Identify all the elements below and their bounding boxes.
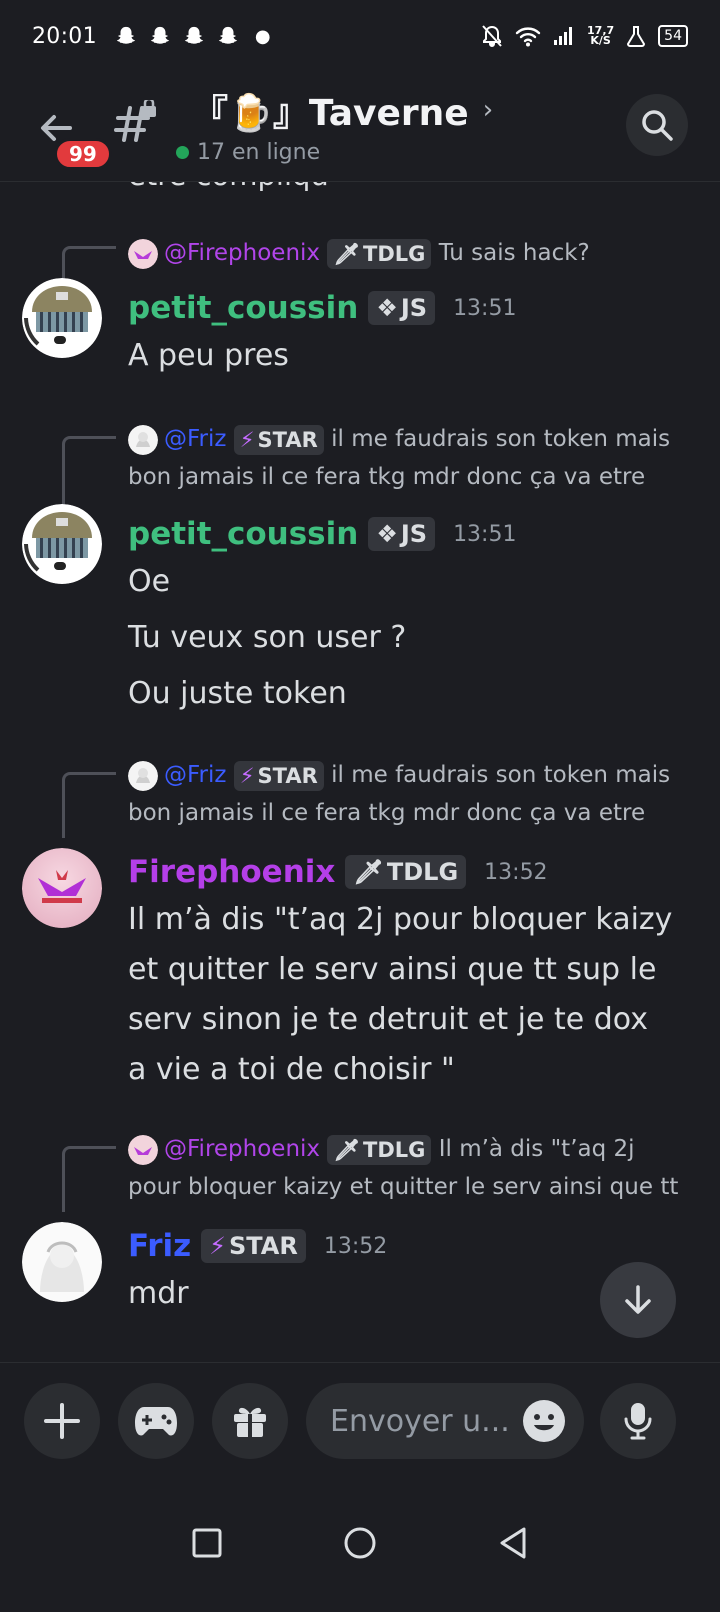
gamepad-icon: [135, 1407, 177, 1436]
add-attachment-button[interactable]: [24, 1383, 100, 1459]
muted-bell-icon: [482, 25, 502, 47]
jump-to-bottom-button[interactable]: [600, 1262, 676, 1338]
user-avatar[interactable]: [22, 278, 102, 358]
user-avatar[interactable]: [22, 848, 102, 928]
diamond-icon: ❖: [376, 520, 398, 548]
sword-icon: 🗡: [353, 858, 384, 886]
sword-icon: 🗡: [333, 1137, 361, 1162]
signal-icon: [554, 27, 573, 45]
message-text[interactable]: a vie a toi de choisir ": [128, 1052, 455, 1087]
role-tag: ⚡ STAR: [233, 760, 324, 791]
message-timestamp: 13:51: [453, 295, 517, 321]
status-time: 20:01: [32, 23, 97, 49]
system-back-button[interactable]: [493, 1523, 533, 1563]
user-avatar[interactable]: [22, 504, 102, 584]
sword-icon: 🗡: [333, 241, 361, 266]
message-text[interactable]: Ou juste token: [128, 676, 347, 711]
message-list[interactable]: etre compliqu @Firephoenix 🗡TDLG Tu sais…: [0, 182, 720, 1402]
message-timestamp: 13:52: [323, 1233, 388, 1259]
reply-preview[interactable]: @Firephoenix 🗡 TDLG Tu sais hack?: [128, 234, 688, 272]
message-timestamp: 13:52: [484, 859, 548, 885]
role-tag: 🗡 TDLG: [327, 238, 432, 269]
recent-apps-button[interactable]: [187, 1523, 227, 1563]
lab-flask-icon: [627, 26, 646, 47]
status-bar: 20:01 ● 17,7 K/S 54: [0, 0, 720, 72]
reply-preview[interactable]: @Friz ⚡ STAR il me faudrais son token mai…: [128, 420, 688, 496]
lightning-icon: ⚡: [209, 1232, 227, 1260]
unread-mentions-badge[interactable]: 99: [54, 138, 112, 170]
role-tag: ⚡ STAR: [201, 1229, 306, 1263]
reply-connector: [62, 1146, 116, 1212]
role-tag: 🗡 TDLG: [327, 1134, 432, 1165]
lightning-icon: ⚡: [239, 763, 255, 788]
role-tag: ⚡ STAR: [233, 424, 324, 455]
channel-title[interactable]: 『🍺』Taverne ›: [192, 84, 493, 136]
message-text[interactable]: serv sinon je te detruit et je te dox: [128, 1002, 648, 1037]
snapchat-notification-icon: [150, 26, 170, 44]
author-name[interactable]: Firephoenix: [128, 854, 335, 890]
message-text[interactable]: Il m’à dis "t’aq 2j pour bloquer kaizy: [128, 902, 672, 937]
lightning-icon: ⚡: [239, 427, 255, 452]
message-text[interactable]: A peu pres: [128, 338, 289, 373]
message-input[interactable]: Envoyer u...: [306, 1383, 584, 1459]
reply-avatar: [128, 424, 158, 455]
network-speed: 17,7 K/S: [587, 24, 615, 47]
wifi-icon: [515, 27, 541, 47]
activities-button[interactable]: [118, 1383, 194, 1459]
reply-avatar: [128, 760, 158, 791]
reply-preview[interactable]: @Friz ⚡ STAR il me faudrais son token mai…: [128, 756, 688, 832]
discord-chat-screen: 20:01 ● 17,7 K/S 54 99 『🍺』Taverne › 17 e…: [0, 0, 720, 1612]
search-button[interactable]: [626, 94, 688, 156]
system-navigation-bar: [0, 1474, 720, 1612]
message-header: Firephoenix 🗡 TDLG 13:52: [128, 854, 548, 890]
role-tag: 🗡 TDLG: [345, 855, 467, 889]
square-icon: [192, 1528, 222, 1558]
partially-hidden-message: etre compliqu: [128, 182, 329, 192]
gift-button[interactable]: [212, 1383, 288, 1459]
voice-message-button[interactable]: [600, 1383, 676, 1459]
locked-text-channel-icon: [114, 100, 156, 142]
message-text[interactable]: mdr: [128, 1276, 189, 1311]
chevron-right-icon: ›: [482, 95, 494, 125]
message-text[interactable]: Oe: [128, 564, 170, 599]
microphone-icon: [624, 1403, 652, 1440]
reply-connector: [62, 772, 116, 838]
reply-avatar: [128, 238, 158, 269]
online-status-dot: [176, 146, 189, 159]
diamond-icon: ❖: [376, 294, 398, 322]
circle-icon: [344, 1527, 376, 1559]
gift-icon: [234, 1407, 266, 1437]
plus-icon: [44, 1403, 80, 1439]
more-notifications-dot-icon: ●: [254, 25, 271, 47]
home-button[interactable]: [340, 1523, 380, 1563]
role-tag: ❖ JS: [368, 517, 436, 551]
triangle-back-icon: [500, 1527, 526, 1559]
author-name[interactable]: petit_coussin: [128, 290, 358, 326]
author-name[interactable]: Friz: [128, 1228, 191, 1264]
search-icon: [642, 110, 673, 141]
message-text[interactable]: Tu veux son user ?: [128, 620, 406, 655]
emoji-icon[interactable]: [522, 1399, 566, 1443]
message-header: Friz ⚡ STAR 13:52: [128, 1228, 387, 1264]
author-name[interactable]: petit_coussin: [128, 516, 358, 552]
channel-header: 99 『🍺』Taverne › 17 en ligne: [0, 72, 720, 182]
message-timestamp: 13:51: [453, 521, 517, 547]
reply-avatar: [128, 1134, 158, 1165]
snapchat-notification-icon: [184, 26, 204, 44]
message-header: petit_coussin ❖ JS 13:51: [128, 516, 516, 552]
battery-indicator: 54: [658, 25, 688, 47]
snapchat-notification-icon: [218, 26, 238, 44]
snapchat-notification-icon: [116, 26, 136, 44]
reply-preview[interactable]: @Firephoenix 🗡 TDLG Il m’à dis "t’aq 2j p…: [128, 1130, 688, 1206]
message-composer: Envoyer u...: [0, 1362, 720, 1474]
arrow-down-icon: [625, 1285, 651, 1314]
user-avatar[interactable]: [22, 1222, 102, 1302]
message-text[interactable]: et quitter le serv ainsi que tt sup le: [128, 952, 656, 987]
message-input-placeholder: Envoyer u...: [330, 1403, 510, 1439]
reply-connector: [62, 436, 116, 506]
role-tag: ❖ JS: [368, 291, 436, 325]
message-header: petit_coussin ❖ JS 13:51: [128, 290, 516, 326]
online-count: 17 en ligne: [176, 140, 320, 165]
